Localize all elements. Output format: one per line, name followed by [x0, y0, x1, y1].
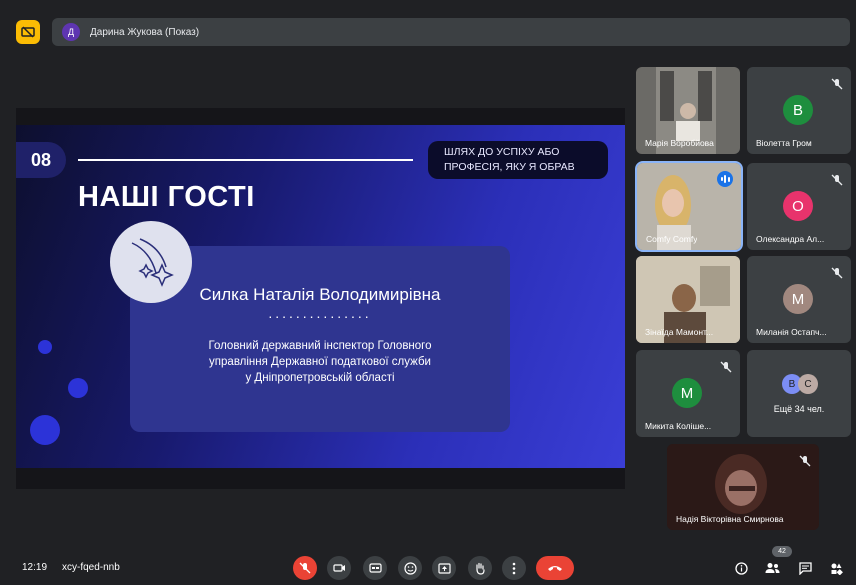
participant-avatar: М: [672, 378, 702, 408]
participant-tile[interactable]: М Миланія Остапч...: [747, 256, 851, 343]
microphone-button[interactable]: [293, 556, 317, 580]
guest-description: Головний державний інспектор Головного у…: [170, 338, 470, 386]
slide-topic-badge: ШЛЯХ ДО УСПІХУ АБО ПРОФЕСІЯ, ЯКУ Я ОБРАВ: [428, 141, 608, 179]
present-screen-button[interactable]: [432, 556, 456, 580]
mic-off-icon: [831, 266, 843, 279]
more-participants-label: Ещё 34 чел.: [773, 404, 825, 414]
decorative-dot: [30, 415, 60, 445]
presentation-slide: 08 ШЛЯХ ДО УСПІХУ АБО ПРОФЕСІЯ, ЯКУ Я ОБ…: [16, 125, 625, 468]
presentation-icon[interactable]: [16, 20, 40, 44]
clock: 12:19: [22, 562, 48, 573]
slide-number: 08: [16, 142, 66, 178]
captions-icon: [368, 563, 382, 573]
participant-name: Марія Воробйова: [645, 138, 714, 148]
meeting-code: xcy-fqed-nnb: [62, 562, 120, 573]
info-icon: [734, 561, 748, 575]
mic-off-icon: [799, 454, 811, 467]
participant-tile[interactable]: В Віолетта Гром: [747, 67, 851, 154]
participant-avatar: В: [783, 95, 813, 125]
participant-name: Зінаїда Мамонт...: [645, 327, 714, 337]
more-avatars: В С: [782, 374, 818, 394]
chat-icon: [798, 561, 812, 575]
participant-tile[interactable]: М Микита Колішe...: [636, 350, 740, 437]
people-button[interactable]: [762, 558, 782, 578]
hand-icon: [476, 562, 485, 575]
participant-count-badge: 42: [772, 546, 792, 557]
captions-button[interactable]: [363, 556, 387, 580]
slide-heading: НАШІ ГОСТІ: [78, 181, 255, 213]
camera-button[interactable]: [327, 556, 351, 580]
self-view-tile[interactable]: Надія Вікторівна Смирнова: [667, 444, 819, 530]
presenter-label: Дарина Жукова (Показ): [90, 26, 200, 38]
raise-hand-button[interactable]: [468, 556, 492, 580]
control-bar: 12:19 xcy-fqed-nnb 42: [0, 546, 856, 585]
decorative-dot: [38, 340, 52, 354]
more-participants-tile[interactable]: В С Ещё 34 чел.: [747, 350, 851, 437]
participant-tile[interactable]: О Олександра Ал...: [747, 163, 851, 250]
mic-off-icon: [831, 173, 843, 186]
participant-avatar: М: [783, 284, 813, 314]
people-icon: [765, 563, 779, 573]
participant-name: Миланія Остапч...: [756, 327, 827, 337]
activities-icon: [831, 563, 843, 575]
participant-name: Олександра Ал...: [756, 234, 825, 244]
present-screen-icon: [437, 562, 451, 574]
participant-avatar: О: [783, 191, 813, 221]
participant-avatar: С: [798, 374, 818, 394]
participant-name: Comfy Comfy: [646, 234, 698, 244]
more-vertical-icon: [512, 562, 516, 574]
participant-name: Микита Колішe...: [645, 421, 712, 431]
guest-name: Силка Наталія Володимирівна: [199, 285, 441, 304]
guest-desc-line1: Головний державний інспектор Головного: [208, 340, 432, 352]
participant-name: Надія Вікторівна Смирнова: [676, 514, 784, 524]
activities-button[interactable]: [826, 558, 846, 578]
guest-dots: ...............: [268, 305, 372, 321]
presenter-bar: Д Дарина Жукова (Показ): [12, 18, 850, 48]
presenter-avatar: Д: [62, 23, 80, 41]
slide-topic-line2: ПРОФЕСІЯ, ЯКУ Я ОБРАВ: [444, 161, 575, 173]
guest-desc-line2: управління Державної податкової служби: [209, 356, 431, 368]
decorative-dot: [68, 378, 88, 398]
mic-off-icon: [831, 77, 843, 90]
camera-icon: [332, 564, 345, 572]
participant-tile[interactable]: Comfy Comfy: [635, 161, 743, 252]
participant-tile[interactable]: Зінаїда Мамонт...: [636, 256, 740, 343]
mic-off-icon: [720, 360, 732, 373]
meeting-info-button[interactable]: [731, 558, 751, 578]
slide-divider: [78, 159, 413, 161]
participant-name: Віолетта Гром: [756, 138, 812, 148]
presentation-stage: 08 ШЛЯХ ДО УСПІХУ АБО ПРОФЕСІЯ, ЯКУ Я ОБ…: [16, 108, 625, 489]
hang-up-icon: [548, 566, 562, 571]
presenter-chip[interactable]: Д Дарина Жукова (Показ): [52, 18, 850, 46]
speaking-indicator-icon: [717, 171, 733, 187]
mic-off-icon: [299, 562, 311, 574]
emoji-icon: [403, 561, 417, 575]
reactions-button[interactable]: [398, 556, 422, 580]
participant-tile[interactable]: Марія Воробйова: [636, 67, 740, 154]
leave-call-button[interactable]: [536, 556, 574, 580]
chat-button[interactable]: [795, 558, 815, 578]
slide-topic-line1: ШЛЯХ ДО УСПІХУ АБО: [444, 146, 560, 158]
guest-desc-line3: у Дніпропетровській області: [245, 372, 395, 384]
more-options-button[interactable]: [502, 556, 526, 580]
